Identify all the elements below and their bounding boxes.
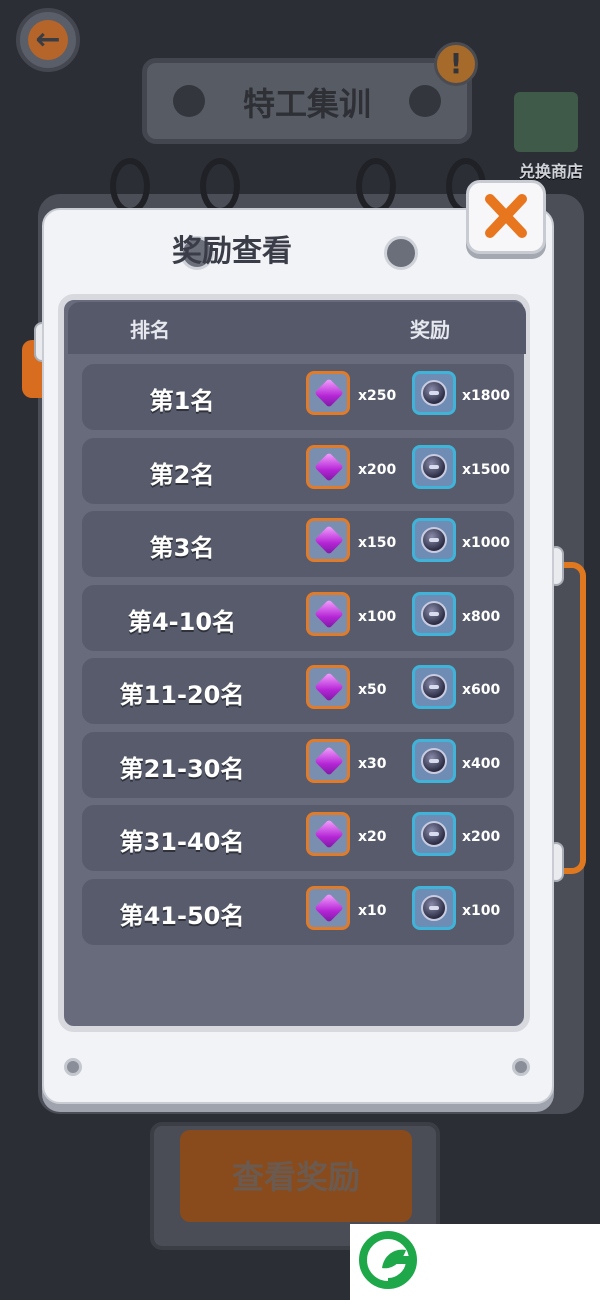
purple-gem-icon — [314, 525, 344, 555]
coin-quantity: x1800 — [462, 388, 510, 404]
rank-label: 第4-10名 — [127, 607, 237, 636]
back-button[interactable]: ← — [16, 8, 80, 72]
coin-quantity: x100 — [462, 902, 501, 919]
token-coin-icon — [421, 747, 447, 774]
rank-label: 第31-40名 — [119, 828, 245, 856]
coin-reward-item[interactable] — [412, 444, 456, 489]
table-row: 第11-20名 x50 x600 — [82, 658, 514, 724]
coin-quantity: x1500 — [462, 461, 510, 478]
table-row: 第41-50名 x10 x100 — [82, 878, 514, 945]
gem-quantity: x10 — [358, 902, 387, 919]
gem-quantity: x200 — [358, 461, 397, 478]
rank-label: 第3名 — [149, 534, 215, 562]
coin-reward-item[interactable] — [412, 812, 456, 856]
purple-gem-icon — [314, 892, 344, 923]
gem-quantity: x50 — [358, 682, 387, 698]
rank-label: 第21-30名 — [119, 754, 245, 783]
gem-reward-item[interactable] — [306, 591, 350, 636]
token-coin-icon — [421, 894, 447, 921]
gem-reward-item[interactable] — [306, 518, 350, 562]
gem-quantity: x30 — [358, 755, 387, 772]
table-row: 第4-10名 x100 x800 — [82, 584, 514, 651]
background-title: 特工集训 — [242, 85, 371, 123]
alert-icon[interactable]: ! — [434, 42, 478, 86]
table-row: 第1名 x250 x1800 — [82, 364, 514, 430]
purple-gem-icon — [314, 378, 344, 408]
purple-gem-icon — [314, 672, 344, 702]
table-row: 第21-30名 x30 x400 — [82, 731, 514, 798]
header-reward: 奖励 — [410, 318, 450, 342]
close-button[interactable] — [466, 180, 546, 254]
binder-ring — [200, 158, 240, 214]
token-coin-icon — [421, 527, 447, 553]
token-coin-icon — [421, 674, 447, 700]
binder-ring — [356, 158, 396, 214]
token-coin-icon — [421, 380, 447, 406]
gem-reward-item[interactable] — [306, 738, 350, 783]
coin-quantity: x200 — [462, 829, 501, 845]
token-coin-icon — [421, 821, 447, 847]
purple-gem-icon — [314, 745, 344, 776]
gem-reward-item[interactable] — [306, 812, 350, 856]
coin-reward-item[interactable] — [412, 518, 456, 562]
background-title-plate: 特工集训 — [142, 58, 472, 144]
gem-reward-item[interactable] — [306, 885, 350, 930]
shop-label[interactable]: 兑换商店 — [506, 158, 596, 182]
purple-gem-icon — [314, 451, 344, 482]
screw — [64, 1058, 82, 1076]
binder-ring — [110, 158, 150, 214]
coin-quantity: x400 — [462, 755, 501, 772]
table-row: 第3名 x150 x1000 — [82, 511, 514, 577]
view-reward-button-label: 查看奖励 — [231, 1158, 360, 1196]
coin-reward-item[interactable] — [412, 665, 456, 709]
rank-label: 第2名 — [149, 460, 215, 489]
shop-icon[interactable] — [514, 92, 578, 152]
gem-quantity: x20 — [358, 829, 387, 845]
table-row: 第31-40名 x20 x200 — [82, 805, 514, 871]
rank-label: 第41-50名 — [119, 901, 245, 930]
screw — [512, 1058, 530, 1076]
gem-quantity: x150 — [358, 535, 397, 551]
rank-label: 第11-20名 — [119, 681, 245, 709]
back-arrow-icon: ← — [28, 20, 68, 60]
gem-reward-item[interactable] — [306, 444, 350, 489]
token-coin-icon — [421, 453, 447, 480]
coin-quantity: x800 — [462, 608, 501, 625]
gem-reward-item[interactable] — [306, 665, 350, 709]
gem-reward-item[interactable] — [306, 371, 350, 415]
modal-title: 奖励查看 — [172, 234, 292, 269]
close-x-icon — [485, 194, 527, 238]
table-row: 第2名 x200 x1500 — [82, 437, 514, 504]
coin-reward-item[interactable] — [412, 371, 456, 415]
gem-quantity: x250 — [358, 388, 397, 404]
purple-gem-icon — [314, 598, 344, 629]
rank-label: 第1名 — [149, 387, 215, 415]
gem-quantity: x100 — [358, 608, 397, 625]
purple-gem-icon — [314, 819, 344, 849]
header-rank: 排名 — [130, 318, 170, 342]
token-coin-icon — [421, 600, 447, 627]
right-handle — [556, 562, 586, 874]
coin-reward-item[interactable] — [412, 591, 456, 636]
coin-quantity: x600 — [462, 682, 501, 698]
coin-quantity: x1000 — [462, 535, 510, 551]
coin-reward-item[interactable] — [412, 885, 456, 930]
coin-reward-item[interactable] — [412, 738, 456, 783]
logo-icon — [359, 1231, 417, 1289]
